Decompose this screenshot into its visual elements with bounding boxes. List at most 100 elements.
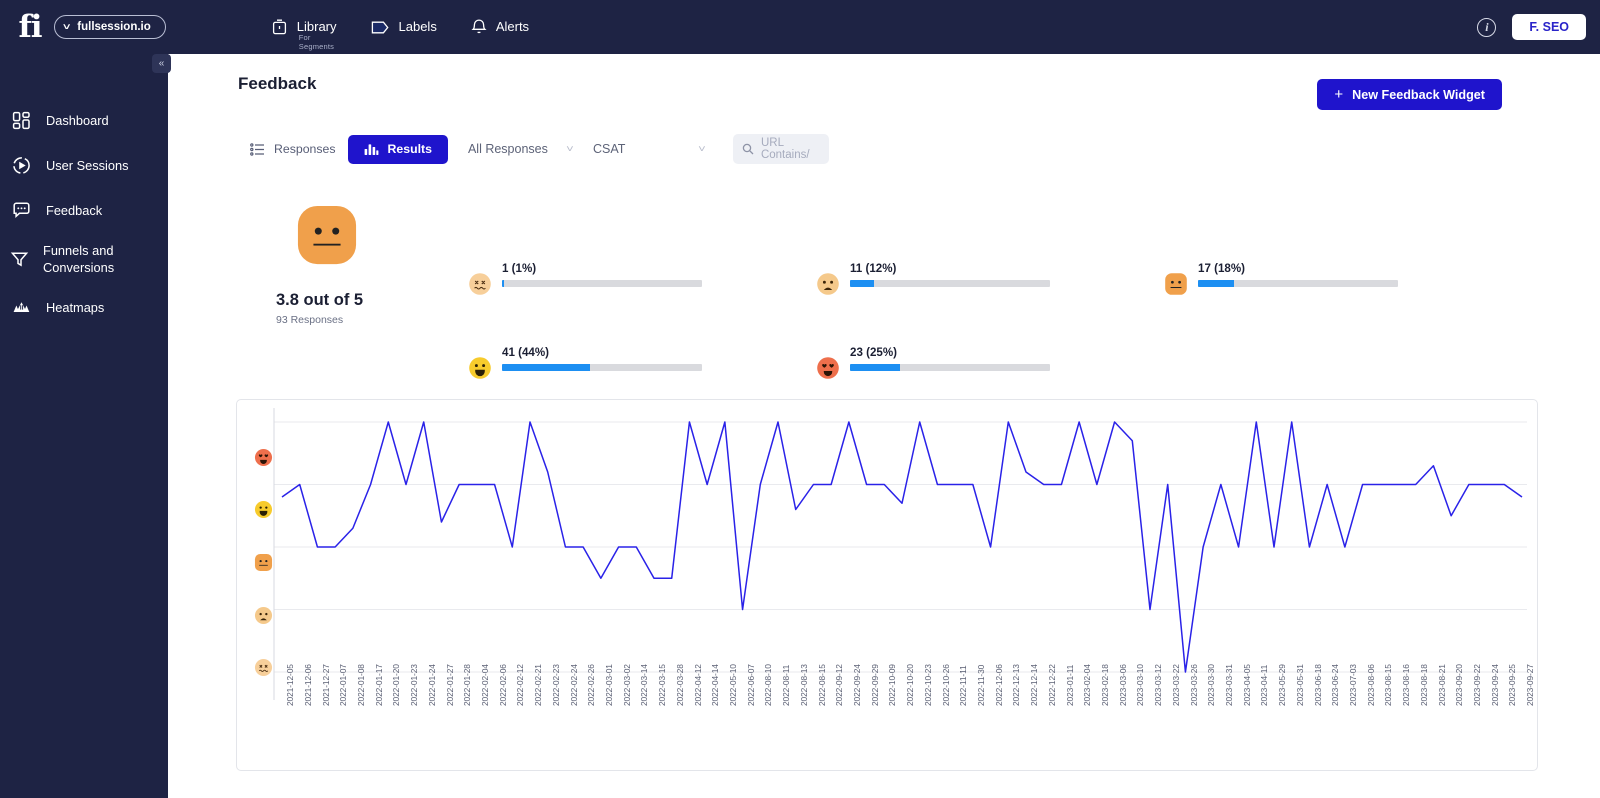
chart-x-tick-label: 2021-12-06: [302, 664, 313, 706]
funnel-icon: [10, 250, 29, 269]
main-content: Feedback + New Feedback Widget Responses: [168, 54, 1600, 798]
info-icon[interactable]: i: [1477, 17, 1497, 37]
sidebar-item-dashboard[interactable]: Dashboard: [0, 98, 168, 143]
account-button[interactable]: F. SEO: [1512, 14, 1586, 40]
rating-label: 11 (12%): [850, 262, 897, 275]
chart-x-tick-label: 2022-12-06: [993, 664, 1004, 706]
chart-x-tick-label: 2023-01-11: [1064, 664, 1075, 706]
chart-x-tick-label: 2023-03-22: [1170, 664, 1181, 706]
chart-x-tick-label: 2022-08-13: [798, 664, 809, 706]
chart-x-tick-label: 2023-09-22: [1472, 664, 1483, 706]
tab-results[interactable]: Results: [347, 134, 448, 164]
sidebar-item-user-sessions-label: User Sessions: [46, 157, 129, 173]
chart-x-tick-label: 2022-06-07: [745, 664, 756, 706]
chart-x-tick-label: 2022-10-20: [905, 664, 916, 706]
top-nav-labels-label: Labels: [398, 19, 437, 35]
chevron-down-icon: ˅: [62, 22, 71, 32]
metric-filter-select[interactable]: CSAT ˅: [592, 134, 706, 164]
metric-filter-value: CSAT: [592, 142, 626, 156]
sidebar-collapse-button[interactable]: «: [152, 54, 171, 73]
chart-x-tick-label: 2022-04-12: [692, 664, 703, 706]
label-tag-icon: [371, 20, 390, 35]
chart-x-tick-label: 2021-12-27: [320, 664, 331, 706]
sidebar: Dashboard User Sessions Feedback Funnels…: [0, 54, 168, 798]
neutral-face-emoji: [1165, 273, 1187, 295]
chart-x-tick-label: 2022-01-23: [409, 664, 420, 706]
chart-x-tick-label: 2022-02-21: [533, 664, 544, 706]
responses-filter-select[interactable]: All Responses ˅: [468, 134, 574, 164]
chart-x-tick-label: 2023-05-31: [1294, 664, 1305, 706]
rating-label: 1 (1%): [502, 262, 537, 275]
chart-x-tick-label: 2022-01-24: [426, 664, 437, 706]
chart-x-tick-label: 2022-08-10: [763, 664, 774, 706]
chart-x-tick-label: 2023-03-31: [1224, 664, 1235, 706]
chart-x-tick-label: 2023-08-16: [1401, 664, 1412, 706]
chart-x-tick-label: 2022-02-06: [497, 664, 508, 706]
sidebar-item-heatmaps[interactable]: Heatmaps: [0, 285, 168, 330]
new-feedback-widget-button[interactable]: + New Feedback Widget: [1317, 79, 1502, 110]
chart-x-tick-label: 2023-09-20: [1454, 664, 1465, 706]
rating-label: 23 (25%): [850, 346, 898, 359]
library-icon: [271, 18, 288, 36]
tab-responses[interactable]: Responses: [238, 134, 348, 164]
top-nav-library-label: Library: [296, 19, 337, 35]
url-search-input[interactable]: URL Contains/: [761, 137, 820, 161]
rating-bar-fill: [502, 280, 504, 287]
rating-bar-track: [502, 364, 702, 371]
chart-x-tick-label: 2023-02-04: [1082, 664, 1093, 706]
overall-score-block: 3.8 out of 5 93 Responses: [276, 204, 426, 326]
app-logo[interactable]: fi: [10, 7, 50, 47]
top-nav-alerts[interactable]: Alerts: [471, 18, 529, 36]
feedback-toolbar: Responses Results All Responses ˅ CSAT ˅…: [238, 134, 829, 164]
sidebar-item-funnels-and-conversions-label: Funnels and Conversions: [43, 242, 115, 275]
rating-bar-fill: [850, 364, 900, 371]
new-feedback-widget-label: New Feedback Widget: [1352, 87, 1485, 102]
chart-x-tick-label: 2022-05-10: [728, 664, 739, 706]
neutral-face-emoji: [297, 205, 357, 265]
chart-x-tick-label: 2023-07-03: [1348, 664, 1359, 706]
org-selector[interactable]: ˅ fullsession.io: [54, 15, 166, 39]
chart-x-tick-label: 2023-04-11: [1259, 664, 1270, 706]
chart-x-tick-label: 2023-09-24: [1489, 664, 1500, 706]
chart-x-tick-label: 2022-09-24: [852, 664, 863, 706]
rating-bar-block: 17 (18%): [1198, 262, 1398, 287]
chart-x-axis-labels: 2021-12-05 2021-12-06 2021-12-27 2022-01-07…: [237, 400, 1539, 772]
url-search-box[interactable]: URL Contains/: [732, 134, 829, 164]
rating-label: 17 (18%): [1198, 262, 1246, 275]
tab-results-label: Results: [387, 142, 432, 156]
chat-bubble-icon: [10, 201, 32, 220]
chart-x-tick-label: 2022-09-12: [834, 664, 845, 706]
chevron-down-icon: ˅: [698, 143, 706, 155]
sidebar-item-funnels-and-conversions[interactable]: Funnels and Conversions: [0, 233, 168, 285]
chart-x-tick-label: 2023-06-18: [1312, 664, 1323, 706]
rating-bar-block: 23 (25%): [850, 346, 1050, 371]
rating-bar-track: [1198, 280, 1398, 287]
rating-bar-block: 11 (12%): [850, 262, 1050, 287]
chart-x-tick-label: 2022-04-14: [710, 664, 721, 706]
top-nav-library[interactable]: Library For Segments: [271, 18, 337, 51]
play-circle-icon: [10, 156, 32, 175]
chart-x-tick-label: 2022-03-14: [639, 664, 650, 706]
chart-x-tick-label: 2023-06-24: [1330, 664, 1341, 706]
dashboard-grid-icon: [10, 111, 32, 130]
chart-x-tick-label: 2023-08-06: [1365, 664, 1376, 706]
chart-x-tick-label: 2023-09-25: [1507, 664, 1518, 706]
chart-x-tick-label: 2023-08-21: [1436, 664, 1447, 706]
chart-x-tick-label: 2022-02-23: [550, 664, 561, 706]
chart-x-tick-label: 2023-04-05: [1241, 664, 1252, 706]
chart-x-tick-label: 2023-03-30: [1206, 664, 1217, 706]
top-nav-labels[interactable]: Labels: [371, 20, 437, 35]
chart-x-tick-label: 2022-01-28: [462, 664, 473, 706]
sidebar-item-feedback[interactable]: Feedback: [0, 188, 168, 233]
rating-bar-fill: [1198, 280, 1234, 287]
chart-x-tick-label: 2022-01-17: [373, 664, 384, 706]
chart-x-tick-label: 2022-12-22: [1046, 664, 1057, 706]
chart-x-tick-label: 2023-03-12: [1153, 664, 1164, 706]
sidebar-item-user-sessions[interactable]: User Sessions: [0, 143, 168, 188]
rating-row-dizzy: 1 (1%): [468, 262, 702, 296]
chart-x-tick-label: 2023-08-18: [1418, 664, 1429, 706]
bell-icon: [471, 18, 487, 36]
heatmap-mountain-icon: [10, 299, 32, 316]
chart-x-tick-label: 2022-08-11: [781, 664, 792, 706]
rating-bar-fill: [850, 280, 874, 287]
